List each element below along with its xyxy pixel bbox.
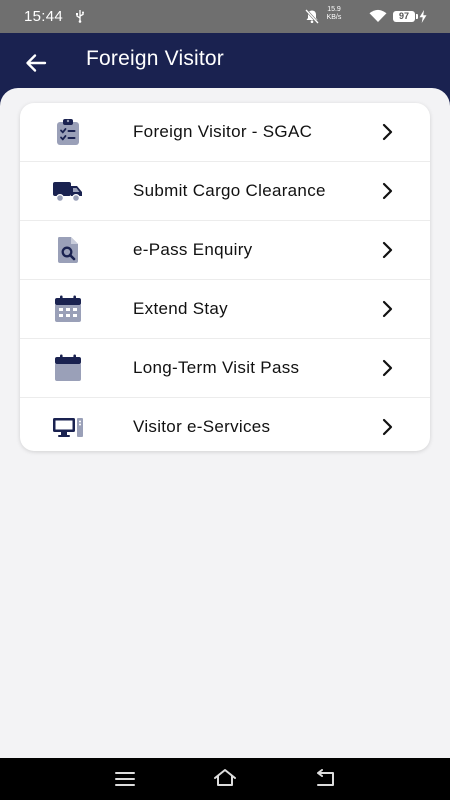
clipboard-checklist-icon (50, 117, 86, 147)
status-bar: 15:44 15.9 KB/s 97 (0, 0, 450, 33)
menu-item-visitor-e-services[interactable]: Visitor e-Services (20, 398, 430, 456)
arrow-left-icon[interactable] (22, 49, 50, 77)
menu-item-submit-cargo-clearance[interactable]: Submit Cargo Clearance (20, 162, 430, 221)
calendar-icon (50, 353, 86, 383)
menu-item-label: e-Pass Enquiry (133, 240, 253, 259)
chevron-right-icon (382, 123, 393, 141)
menu-icon[interactable] (114, 770, 136, 788)
app-bar: Foreign Visitor (0, 33, 450, 93)
chevron-right-icon (382, 300, 393, 318)
chevron-right-icon (382, 241, 393, 259)
menu-item-e-pass-enquiry[interactable]: e-Pass Enquiry (20, 221, 430, 280)
document-search-icon (50, 235, 86, 265)
menu-item-label: Extend Stay (133, 299, 228, 318)
chevron-right-icon (382, 182, 393, 200)
menu-item-long-term-visit-pass[interactable]: Long-Term Visit Pass (20, 339, 430, 398)
back-icon[interactable] (313, 769, 337, 789)
chevron-right-icon (382, 359, 393, 377)
net-speed-value: 15.9 (327, 6, 341, 13)
wifi-icon (369, 9, 387, 22)
chevron-right-icon (382, 418, 393, 436)
page-title: Foreign Visitor (86, 47, 225, 70)
status-time: 15:44 (24, 8, 64, 25)
mute-icon (305, 9, 319, 24)
system-nav-bar (0, 758, 450, 800)
menu-item-label: Visitor e-Services (133, 417, 271, 436)
menu-item-label: Foreign Visitor - SGAC (133, 122, 313, 141)
menu-item-foreign-visitor-sgac[interactable]: Foreign Visitor - SGAC (20, 103, 430, 162)
usb-icon (76, 10, 84, 23)
net-speed: 15.9 KB/s (325, 6, 343, 22)
menu-card: Foreign Visitor - SGAC Submit Cargo Clea… (20, 103, 430, 451)
menu-item-extend-stay[interactable]: Extend Stay (20, 280, 430, 339)
menu-item-label: Submit Cargo Clearance (133, 181, 326, 200)
content-area: Foreign Visitor - SGAC Submit Cargo Clea… (0, 88, 450, 758)
menu-item-label: Long-Term Visit Pass (133, 358, 300, 377)
desktop-computer-icon (50, 412, 86, 442)
battery-indicator: 97 (393, 11, 418, 22)
calendar-grid-icon (50, 294, 86, 324)
truck-icon (50, 176, 86, 206)
net-speed-unit: KB/s (326, 14, 342, 21)
home-icon[interactable] (212, 768, 238, 788)
charging-icon (419, 10, 427, 23)
